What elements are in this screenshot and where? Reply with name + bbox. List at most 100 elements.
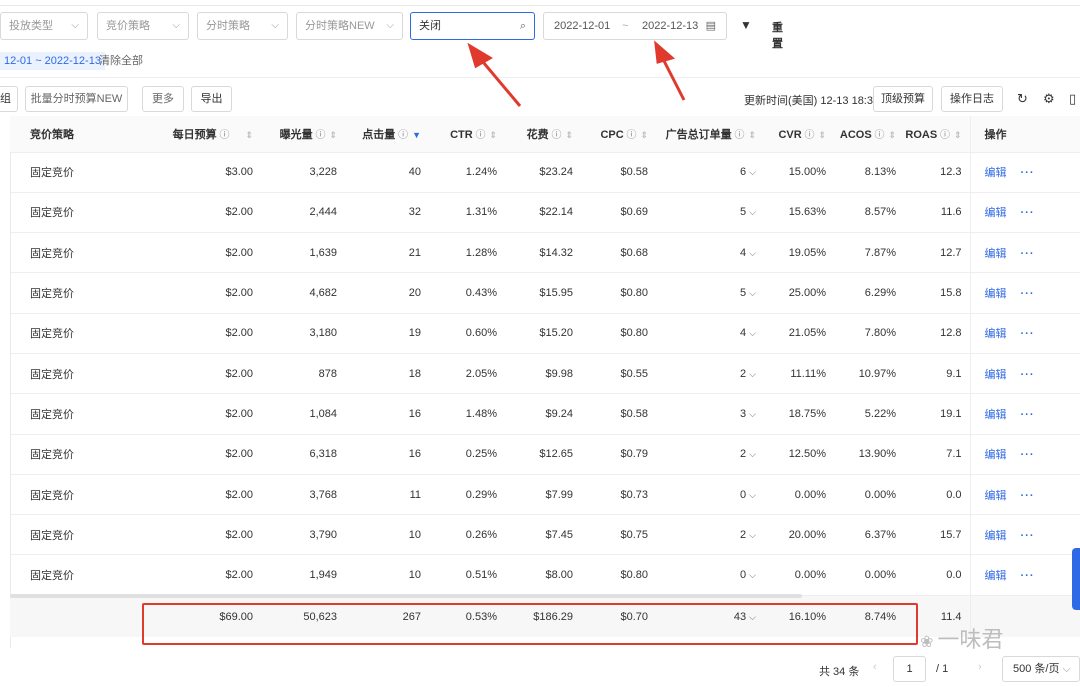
more-actions-icon[interactable]: ··· — [1021, 530, 1035, 542]
refresh-icon[interactable]: ↻ — [1017, 91, 1028, 107]
table-cell: 0.51% — [429, 554, 505, 596]
column-header[interactable]: CVR ⓘ ⇕ — [764, 116, 834, 153]
more-actions-icon[interactable]: ··· — [1021, 409, 1035, 421]
edit-link[interactable]: 编辑 — [985, 288, 1007, 300]
dayparting-select[interactable]: 分时策略 ⌵ — [197, 12, 288, 40]
column-header[interactable]: 广告总订单量 ⓘ ⇕ — [656, 116, 764, 153]
gear-icon[interactable]: ⚙ — [1043, 91, 1055, 107]
table-cell: 6 ⌵ — [656, 152, 764, 193]
chevron-down-icon[interactable]: ⌵ — [749, 570, 756, 580]
column-header[interactable]: ACOS ⓘ ⇕ — [834, 116, 904, 153]
column-header[interactable]: 花费 ⓘ ⇕ — [505, 116, 581, 153]
edit-link[interactable]: 编辑 — [985, 369, 1007, 381]
edit-link[interactable]: 编辑 — [985, 570, 1007, 582]
page-size-select[interactable]: 500 条/页 ⌵ — [1002, 656, 1080, 682]
search-input[interactable]: 关闭 ⌕ — [410, 12, 535, 40]
table-row[interactable]: 固定竞价 $2.00 3,180 19 0.60% $15.20 $0.80 4 ⌵ 21.05%… — [10, 313, 1080, 354]
chevron-down-icon[interactable]: ⌵ — [749, 328, 756, 338]
table-cell: 固定竞价 — [10, 353, 158, 395]
more-actions-icon[interactable]: ··· — [1021, 328, 1035, 340]
edit-link[interactable]: 编辑 — [985, 490, 1007, 502]
help-icon: ⓘ — [472, 130, 486, 142]
table-row[interactable]: 固定竞价 $2.00 878 18 2.05% $9.98 $0.55 2 ⌵ 11.11% 10.… — [10, 353, 1080, 395]
reset-button[interactable]: 重置 — [772, 19, 783, 51]
edit-link[interactable]: 编辑 — [985, 530, 1007, 542]
table-cell: 固定竞价 — [10, 554, 158, 596]
horizontal-scrollbar[interactable] — [10, 594, 802, 598]
column-header[interactable]: 每日预算 ⓘ ⇕ — [158, 116, 261, 153]
top-budget-button[interactable]: 顶级预算 — [873, 86, 933, 112]
table-cell: $15.20 — [505, 313, 581, 354]
chevron-down-icon[interactable]: ⌵ — [749, 207, 756, 217]
more-actions-icon[interactable]: ··· — [1021, 288, 1035, 300]
table-row[interactable]: 固定竞价 $2.00 2,444 32 1.31% $22.14 $0.69 5 ⌵ 15.63%… — [10, 192, 1080, 234]
more-actions-icon[interactable]: ··· — [1021, 167, 1035, 179]
chevron-down-icon[interactable]: ⌵ — [749, 409, 756, 419]
campaign-type-select[interactable]: 投放类型 ⌵ — [0, 12, 88, 40]
edit-link[interactable]: 编辑 — [985, 207, 1007, 219]
chevron-down-icon[interactable]: ⌵ — [749, 167, 756, 177]
more-actions-icon[interactable]: ··· — [1021, 248, 1035, 260]
dayparting-new-select[interactable]: 分时策略NEW ⌵ — [296, 12, 403, 40]
edit-link[interactable]: 编辑 — [985, 449, 1007, 461]
table-cell: $0.69 — [581, 192, 656, 234]
table-row[interactable]: 固定竞价 $2.00 1,639 21 1.28% $14.32 $0.68 4 ⌵ 19.05%… — [10, 232, 1080, 274]
chevron-down-icon[interactable]: ⌵ — [749, 288, 756, 298]
search-icon[interactable]: ⌕ — [520, 13, 526, 39]
clear-all-button[interactable]: 清除全部 — [99, 52, 143, 70]
column-header[interactable]: CPC ⓘ ⇕ — [581, 116, 656, 153]
more-actions-icon[interactable]: ··· — [1021, 207, 1035, 219]
table-cell: 2 ⌵ — [656, 353, 764, 395]
side-handle[interactable] — [1072, 548, 1080, 610]
date-start[interactable]: 2022-12-01 — [554, 13, 610, 39]
column-header[interactable]: CTR ⓘ ⇕ — [429, 116, 505, 153]
table-row[interactable]: 固定竞价 $2.00 6,318 16 0.25% $12.65 $0.79 2 ⌵ 12.50%… — [10, 434, 1080, 475]
more-actions-icon[interactable]: ··· — [1021, 369, 1035, 381]
table-cell: 1.24% — [429, 152, 505, 193]
chevron-down-icon[interactable]: ⌵ — [749, 369, 756, 379]
more-actions-icon[interactable]: ··· — [1021, 490, 1035, 502]
more-button[interactable]: 更多 — [142, 86, 184, 112]
table-cell: 12.3 — [904, 152, 970, 193]
date-end[interactable]: 2022-12-13 — [642, 13, 698, 39]
table-row[interactable]: 固定竞价 $2.00 1,949 10 0.51% $8.00 $0.80 0 ⌵ 0.00% 0.… — [10, 554, 1080, 596]
filter-icon[interactable]: ▼ — [740, 18, 752, 32]
more-actions-icon[interactable]: ··· — [1021, 449, 1035, 461]
more-actions-icon[interactable]: ··· — [1021, 570, 1035, 582]
chevron-down-icon[interactable]: ⌵ — [749, 490, 756, 500]
page-input[interactable]: 1 — [893, 656, 926, 682]
edit-link[interactable]: 编辑 — [985, 409, 1007, 421]
table-row[interactable]: 固定竞价 $2.00 3,768 11 0.29% $7.99 $0.73 0 ⌵ 0.00% 0.… — [10, 474, 1080, 516]
column-header[interactable]: ROAS ⓘ ⇕ — [904, 116, 970, 153]
table-row[interactable]: 固定竞价 $2.00 4,682 20 0.43% $15.95 $0.80 5 ⌵ 25.00%… — [10, 272, 1080, 314]
date-filter-tag[interactable]: 12-01 ~ 2022-12-13 — [0, 52, 105, 70]
edit-link[interactable]: 编辑 — [985, 328, 1007, 340]
partial-button[interactable]: 组 — [0, 86, 18, 112]
table-cell: 19.1 — [904, 393, 970, 435]
batch-dayparting-budget-button[interactable]: 批量分时预算NEW — [25, 86, 128, 112]
table-cell: 2 ⌵ — [656, 434, 764, 475]
date-range-picker[interactable]: 2022-12-01 ~ 2022-12-13 ▤ — [543, 12, 727, 40]
prev-page-icon[interactable]: ‹ — [873, 661, 877, 673]
chevron-down-icon[interactable]: ⌵ — [749, 248, 756, 258]
table-row[interactable]: 固定竞价 $3.00 3,228 40 1.24% $23.24 $0.58 6 ⌵ 15.00%… — [10, 152, 1080, 193]
chevron-down-icon[interactable]: ⌵ — [749, 449, 756, 459]
table-row[interactable]: 固定竞价 $2.00 3,790 10 0.26% $7.45 $0.75 2 ⌵ 20.00% 6… — [10, 514, 1080, 556]
column-header[interactable]: 点击量 ⓘ ▼ — [345, 116, 429, 153]
help-icon: ⓘ — [937, 130, 950, 142]
table-cell: 21 — [345, 232, 429, 274]
operation-log-button[interactable]: 操作日志 — [941, 86, 1003, 112]
edit-link[interactable]: 编辑 — [985, 248, 1007, 260]
chevron-down-icon[interactable]: ⌵ — [749, 530, 756, 540]
actions-cell: 编辑 ··· — [969, 554, 1080, 596]
export-button[interactable]: 导出 — [191, 86, 232, 112]
help-icon: ⓘ — [548, 129, 562, 141]
table-cell: 21.05% — [764, 313, 834, 354]
total-pages: / 1 — [936, 663, 949, 675]
bid-strategy-select[interactable]: 竞价策略 ⌵ — [97, 12, 189, 40]
edit-link[interactable]: 编辑 — [985, 167, 1007, 179]
table-row[interactable]: 固定竞价 $2.00 1,084 16 1.48% $9.24 $0.58 3 ⌵ 18.75% 5… — [10, 393, 1080, 435]
next-page-icon[interactable]: › — [978, 661, 982, 673]
column-settings-icon[interactable]: ▯ — [1069, 91, 1076, 107]
column-header[interactable]: 曝光量 ⓘ ⇕ — [261, 116, 345, 153]
